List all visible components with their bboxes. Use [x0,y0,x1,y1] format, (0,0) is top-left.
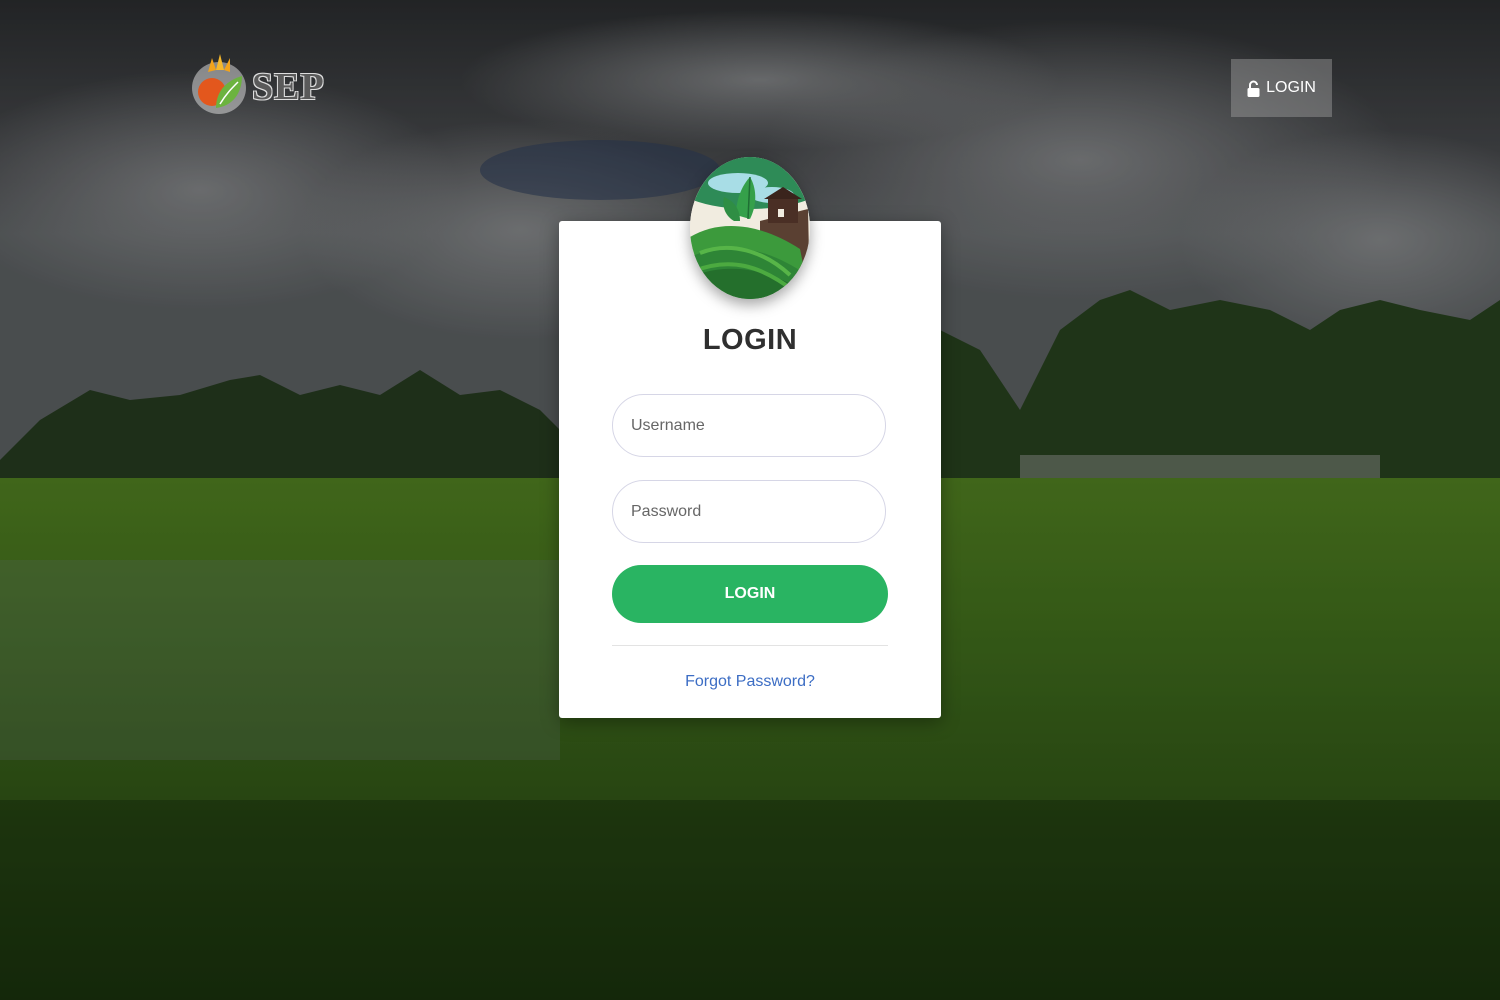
brand-name: SEP [252,66,325,108]
login-page: SEP LOGIN LOGIN Username LOGIN Forgot Pa… [0,0,1500,1000]
lock-icon [1247,80,1260,97]
sep-logo-icon [192,54,246,114]
nav-login-label: LOGIN [1266,79,1316,96]
card-divider [612,645,888,646]
password-input[interactable] [612,480,886,543]
login-submit-button[interactable]: LOGIN [612,565,888,623]
forgot-password-link[interactable]: Forgot Password? [559,673,941,691]
nav-login-button[interactable]: LOGIN [1231,59,1332,117]
brand-logo[interactable]: SEP [190,50,325,116]
farm-field-icon [690,157,810,299]
username-input[interactable] [612,394,886,457]
login-title: LOGIN [702,324,798,356]
